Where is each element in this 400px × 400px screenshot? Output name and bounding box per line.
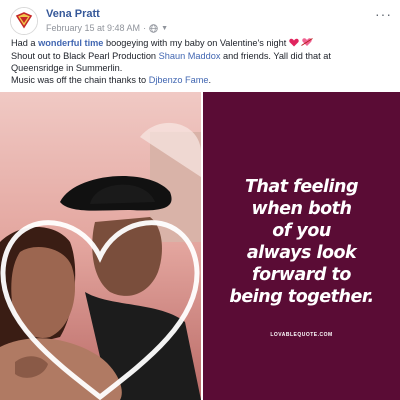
post-line-4: Music was off the chain thanks to Djbenz… — [11, 75, 212, 85]
post-meta: February 15 at 9:48 AM · ▼ — [46, 23, 168, 33]
quote-credit: LOVABLEQUOTE.COM — [270, 332, 333, 338]
selfie-image — [0, 92, 201, 400]
quote-image[interactable]: That feeling when both of you always loo… — [203, 92, 400, 400]
mention-djbenzo-fame[interactable]: Djbenzo Fame — [149, 75, 209, 85]
avatar[interactable] — [10, 7, 38, 35]
mention-shaun-maddox[interactable]: Shaun Maddox — [159, 51, 221, 61]
post-line-2: Shout out to Black Pearl Production Shau… — [11, 51, 331, 61]
post-timestamp[interactable]: February 15 at 9:48 AM — [46, 23, 140, 33]
post-options-button[interactable]: ··· — [375, 6, 392, 22]
highlighted-phrase[interactable]: wonderful time — [38, 38, 103, 48]
post-photo[interactable] — [0, 92, 201, 400]
post-text: Had a wonderful time boogeying with my b… — [11, 37, 391, 86]
globe-icon[interactable] — [149, 23, 158, 33]
post-line-3: Queensridge in Summerlin. — [11, 63, 123, 73]
heart-emoji-icon — [289, 38, 299, 50]
meta-separator: · — [143, 23, 147, 33]
post-line-1: Had a wonderful time boogeying with my b… — [11, 37, 391, 50]
quote-text: That feeling when both of you always loo… — [229, 177, 374, 307]
privacy-dropdown-icon[interactable]: ▼ — [161, 25, 168, 32]
author-name[interactable]: Vena Pratt — [46, 8, 100, 20]
heart-with-arrow-emoji-icon — [301, 37, 314, 50]
superman-logo-icon — [11, 8, 37, 34]
post-header: Vena Pratt February 15 at 9:48 AM · ▼ ··… — [8, 6, 392, 36]
